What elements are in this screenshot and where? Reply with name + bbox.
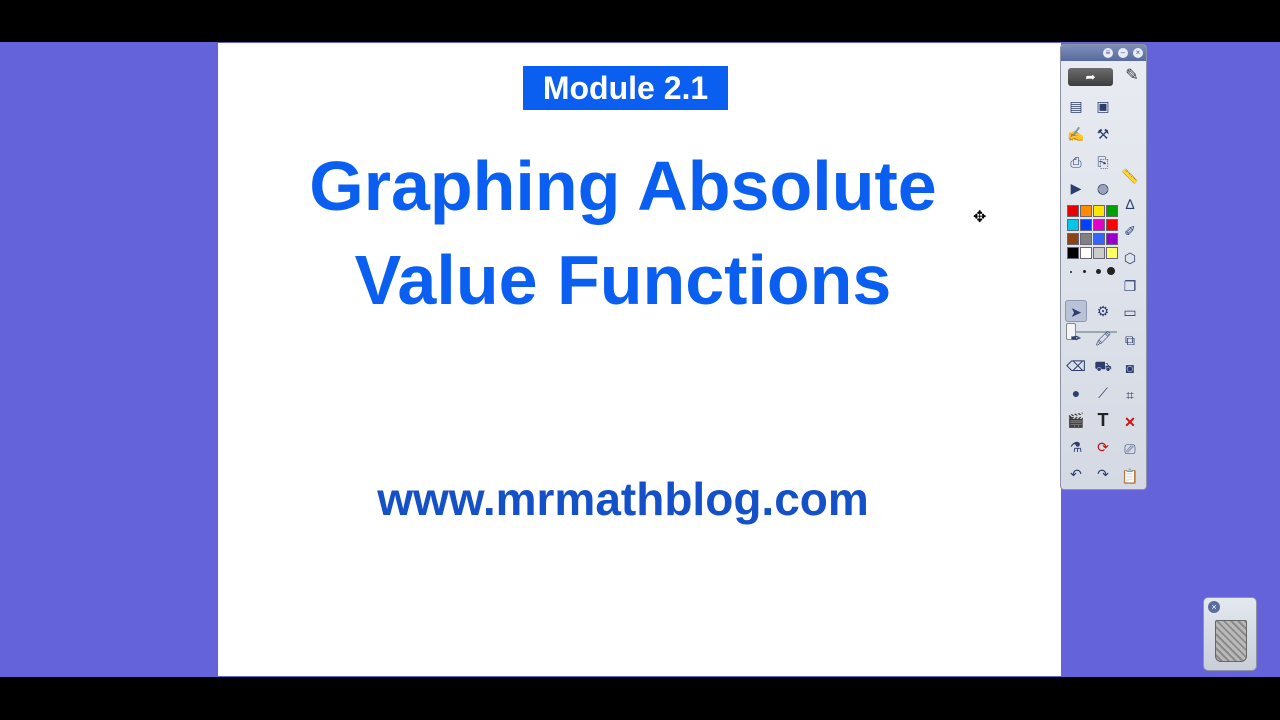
color-swatch[interactable] [1067,205,1079,217]
marker-icon[interactable]: 🖍 [1092,327,1114,349]
color-swatch[interactable] [1067,219,1079,231]
color-swatch[interactable] [1106,219,1118,231]
color-swatch[interactable] [1080,205,1092,217]
color-swatch[interactable] [1093,205,1105,217]
settings-tools-icon[interactable]: ⚙ [1092,300,1114,322]
copy-page-icon[interactable]: ⧉ [1119,329,1141,351]
shapes-icon[interactable]: ⬡ [1119,247,1141,269]
color-swatch[interactable] [1106,233,1118,245]
scan-icon[interactable]: ⎘ [1092,151,1114,173]
spray-icon[interactable]: ⚗ [1065,436,1087,458]
toolbar-close-icon[interactable]: × [1133,48,1143,58]
delete-icon[interactable]: ✕ [1119,411,1141,433]
camera-icon[interactable]: ◙ [1119,357,1141,379]
mouse-cursor-icon: ✥ [973,209,987,226]
smartboard-toolbar[interactable]: ≡ – × ➦ ✎ ▤ ▣ ✍ ⚒ ⎙ ⎘ 📏 ▶ ◍ ∆ ✐ ⬡ ❐ ➤ ⚙ … [1060,44,1147,490]
select-arrow-icon[interactable]: ➤ [1065,300,1087,322]
toolbar-minimize-icon[interactable]: – [1118,48,1128,58]
pen-icon[interactable]: ✒ [1065,327,1087,349]
trash-close-icon[interactable]: × [1208,601,1220,613]
module-label: Module 2.1 [523,66,728,110]
toolbar-menu-icon[interactable]: ≡ [1103,48,1113,58]
compass-icon[interactable]: ∆ [1119,193,1141,215]
media-icon[interactable]: 🎬 [1065,409,1087,431]
wastebasket-icon[interactable] [1215,620,1247,662]
document-icon[interactable]: ▤ [1065,95,1087,117]
color-swatch[interactable] [1080,247,1092,259]
tools-icon[interactable]: ⚒ [1092,123,1114,145]
title-line-1: Graphing Absolute [309,147,937,225]
highlighter-icon[interactable]: ✐ [1119,220,1141,242]
pen-size-xlarge[interactable] [1107,267,1115,275]
website-url: www.mrmathblog.com [377,473,869,525]
screen-shade-icon[interactable]: ▭ [1119,301,1141,323]
color-swatch[interactable] [1067,247,1079,259]
color-swatch[interactable] [1080,219,1092,231]
pen-size-small[interactable] [1070,271,1072,273]
shape-circle-icon[interactable]: ● [1065,382,1087,404]
pen-size-large[interactable] [1096,269,1101,274]
color-swatch[interactable] [1067,233,1079,245]
ruler-icon[interactable]: 📏 [1119,165,1141,187]
color-swatch[interactable] [1080,233,1092,245]
globe-icon[interactable]: ◍ [1092,177,1114,199]
color-swatch[interactable] [1093,247,1105,259]
contact-card-icon[interactable]: ▣ [1092,95,1114,117]
print-icon[interactable]: ⎙ [1065,151,1087,173]
color-swatch[interactable] [1106,247,1118,259]
slide-page: Module 2.1 Graphing Absolute Value Funct… [218,43,1061,676]
trash-widget[interactable]: × [1203,597,1257,671]
clipboard-icon[interactable]: 📋 [1119,465,1141,487]
refresh-icon[interactable]: ⟳ [1092,436,1114,458]
color-swatch[interactable] [1106,205,1118,217]
text-tool-icon[interactable]: T [1092,409,1114,431]
fill-bucket-icon[interactable]: ⛟ [1092,355,1114,377]
pen-size-medium[interactable] [1083,270,1086,273]
pages-icon[interactable]: ❐ [1119,275,1141,297]
play-icon[interactable]: ▶ [1065,177,1087,199]
capture-icon[interactable]: ⎚ [1119,438,1141,460]
toolbar-header[interactable]: ≡ – × [1061,45,1146,61]
slide-title: Graphing Absolute Value Functions [218,139,1028,327]
color-swatch[interactable] [1093,233,1105,245]
signature-icon[interactable]: ✍ [1065,123,1087,145]
eraser-icon[interactable]: ⌫ [1065,355,1087,377]
undo-icon[interactable]: ↶ [1065,463,1087,485]
title-line-2: Value Functions [354,241,892,319]
pen-settings-icon[interactable]: ✎ [1121,65,1143,87]
share-button[interactable]: ➦ [1068,68,1113,86]
crop-icon[interactable]: ⌗ [1119,384,1141,406]
line-tool-icon[interactable]: ⟋ [1092,382,1114,404]
color-swatch[interactable] [1093,219,1105,231]
redo-icon[interactable]: ↷ [1092,463,1114,485]
